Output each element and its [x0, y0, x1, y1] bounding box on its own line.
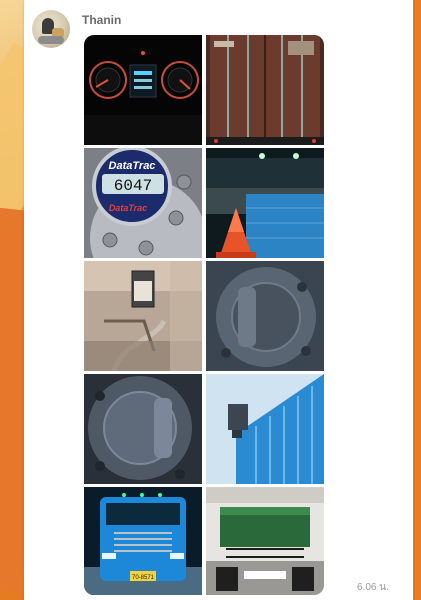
photo-image [206, 487, 324, 595]
photo-truck-front[interactable]: 70-8571 [84, 487, 202, 595]
photo-container-doors[interactable] [206, 35, 324, 145]
photo-flatbed-cones[interactable] [206, 148, 324, 258]
datatrac-logo: DataTrac [109, 160, 156, 172]
message-bubble: Thanin 6047 DataTrac DataTrac 70-8571 6.… [24, 0, 413, 600]
photo-image [206, 374, 324, 484]
sender-avatar[interactable] [32, 10, 70, 48]
photo-engine-filter[interactable] [84, 261, 202, 371]
datatrac-logo: DataTrac [109, 203, 147, 213]
message-timestamp: 6.06 น. [357, 582, 389, 593]
photo-truck-rear-underside[interactable] [206, 487, 324, 595]
photo-album: 6047 DataTrac DataTrac 70-8571 [84, 35, 324, 595]
photo-dashboard-gauges[interactable] [84, 35, 202, 145]
photo-gray-hub-cap[interactable] [206, 261, 324, 371]
photo-image [206, 35, 324, 145]
photo-datatrac-hubodometer[interactable]: 6047 DataTrac DataTrac [84, 148, 202, 258]
photo-image [84, 35, 202, 145]
photo-blue-container-side[interactable] [206, 374, 324, 484]
photo-image [206, 261, 324, 371]
photo-image [84, 261, 202, 371]
photo-image: 6047 DataTrac DataTrac [84, 148, 202, 258]
sender-name[interactable]: Thanin [82, 13, 121, 27]
photo-image [84, 374, 202, 484]
photo-image: 70-8571 [84, 487, 202, 595]
photo-hub-cap-wheel[interactable] [84, 374, 202, 484]
photo-image [206, 148, 324, 258]
hubodometer-reading: 6047 [114, 177, 152, 195]
license-plate: 70-8571 [132, 575, 155, 581]
